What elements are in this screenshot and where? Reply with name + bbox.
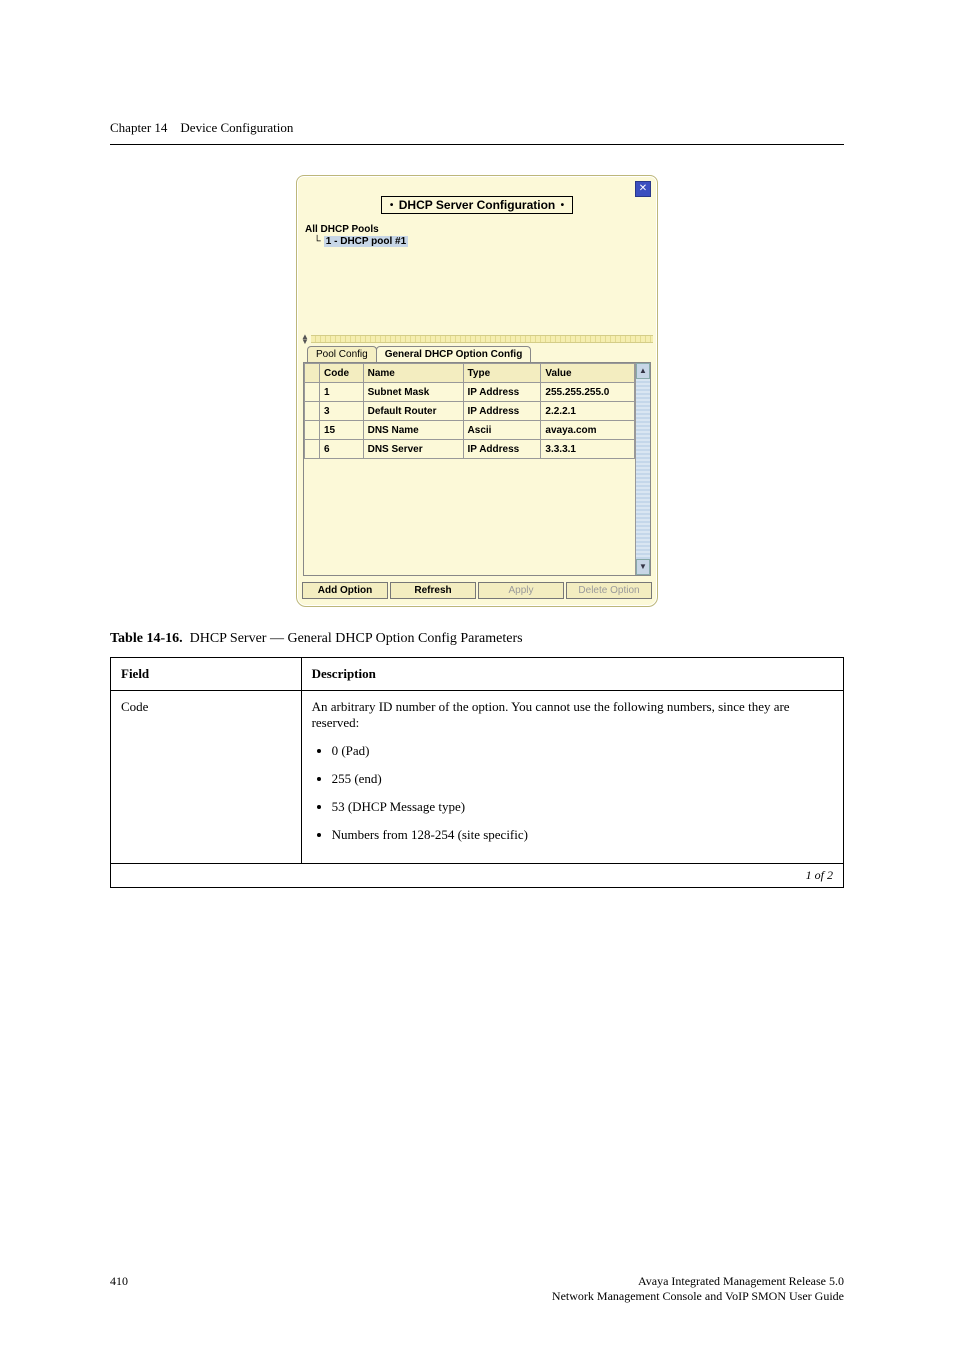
page-footer: 410 Avaya Integrated Management Release … (110, 1274, 844, 1304)
tree-root[interactable]: All DHCP Pools (303, 224, 651, 235)
scroll-up-icon[interactable]: ▲ (636, 363, 650, 379)
chapter-title: Device Configuration (180, 120, 293, 135)
list-item: 53 (DHCP Message type) (332, 799, 833, 815)
chapter-label: Chapter 14 (110, 120, 167, 135)
window-title-bar: • DHCP Server Configuration • (297, 176, 657, 214)
params-head-field: Field (111, 658, 302, 691)
grid-col-value[interactable]: Value (541, 364, 635, 383)
tab-general-dhcp-option[interactable]: General DHCP Option Config (376, 346, 532, 362)
list-item: 255 (end) (332, 771, 833, 787)
table-row[interactable]: 3 Default Router IP Address 2.2.2.1 (305, 402, 635, 421)
section-divider (110, 144, 844, 145)
cell-value[interactable]: 3.3.3.1 (541, 440, 635, 459)
cell-code[interactable]: 3 (320, 402, 364, 421)
tab-pool-config[interactable]: Pool Config (307, 346, 377, 362)
table-row: Code An arbitrary ID number of the optio… (111, 691, 844, 864)
table-continued-row: 1 of 2 (111, 864, 844, 888)
params-field: Code (111, 691, 302, 864)
dhcp-config-window: ✕ • DHCP Server Configuration • All DHCP… (296, 175, 658, 607)
cell-value[interactable]: 2.2.2.1 (541, 402, 635, 421)
add-option-button[interactable]: Add Option (302, 582, 388, 599)
delete-option-button[interactable]: Delete Option (566, 582, 652, 599)
cell-type[interactable]: Ascii (463, 421, 541, 440)
table-caption-text: DHCP Server — General DHCP Option Config… (190, 631, 523, 646)
footer-doc-subtitle: Network Management Console and VoIP SMON… (552, 1289, 844, 1304)
splitter[interactable]: ▲▼ (301, 334, 653, 344)
page-number: 410 (110, 1274, 128, 1304)
title-bullet-right: • (559, 200, 567, 211)
grid-header-row: Code Name Type Value (305, 364, 635, 383)
grid-col-type[interactable]: Type (463, 364, 541, 383)
cell-name[interactable]: DNS Server (363, 440, 463, 459)
splitter-handle-icon[interactable]: ▲▼ (301, 334, 309, 344)
params-head-desc: Description (301, 658, 843, 691)
cell-value[interactable]: 255.255.255.0 (541, 383, 635, 402)
params-desc: An arbitrary ID number of the option. Yo… (301, 691, 843, 864)
cell-value[interactable]: avaya.com (541, 421, 635, 440)
window-title: DHCP Server Configuration (399, 198, 555, 212)
scroll-down-icon[interactable]: ▼ (636, 559, 650, 575)
params-desc-intro: An arbitrary ID number of the option. Yo… (312, 699, 790, 730)
table-caption: Table 14-16. DHCP Server — General DHCP … (110, 631, 844, 647)
tree-selected-label[interactable]: 1 - DHCP pool #1 (324, 236, 408, 247)
tree-branch-glyph: └ (313, 236, 321, 247)
cell-code[interactable]: 15 (320, 421, 364, 440)
title-bullet-left: • (388, 200, 396, 211)
grid-col-select[interactable] (305, 364, 320, 383)
grid-col-name[interactable]: Name (363, 364, 463, 383)
list-item: Numbers from 128-254 (site specific) (332, 827, 833, 843)
table-row[interactable]: 1 Subnet Mask IP Address 255.255.255.0 (305, 383, 635, 402)
grid-scrollbar[interactable]: ▲ ▼ (635, 363, 650, 575)
grid-col-code[interactable]: Code (320, 364, 364, 383)
splitter-track[interactable] (311, 335, 653, 343)
table-caption-number: Table 14-16. (110, 631, 183, 646)
cell-code[interactable]: 6 (320, 440, 364, 459)
cell-name[interactable]: DNS Name (363, 421, 463, 440)
refresh-button[interactable]: Refresh (390, 582, 476, 599)
cell-name[interactable]: Subnet Mask (363, 383, 463, 402)
cell-code[interactable]: 1 (320, 383, 364, 402)
params-table: Field Description Code An arbitrary ID n… (110, 657, 844, 888)
table-continued-label: 1 of 2 (111, 864, 844, 888)
apply-button[interactable]: Apply (478, 582, 564, 599)
cell-name[interactable]: Default Router (363, 402, 463, 421)
cell-type[interactable]: IP Address (463, 440, 541, 459)
cell-type[interactable]: IP Address (463, 402, 541, 421)
pool-tree[interactable]: All DHCP Pools └ 1 - DHCP pool #1 (303, 224, 651, 334)
list-item: 0 (Pad) (332, 743, 833, 759)
close-icon[interactable]: ✕ (635, 181, 651, 197)
options-grid: Code Name Type Value 1 Subnet Mask (303, 362, 651, 576)
table-row[interactable]: 6 DNS Server IP Address 3.3.3.1 (305, 440, 635, 459)
footer-doc-title: Avaya Integrated Management Release 5.0 (552, 1274, 844, 1289)
cell-type[interactable]: IP Address (463, 383, 541, 402)
table-row[interactable]: 15 DNS Name Ascii avaya.com (305, 421, 635, 440)
tree-child[interactable]: └ 1 - DHCP pool #1 (313, 236, 651, 247)
